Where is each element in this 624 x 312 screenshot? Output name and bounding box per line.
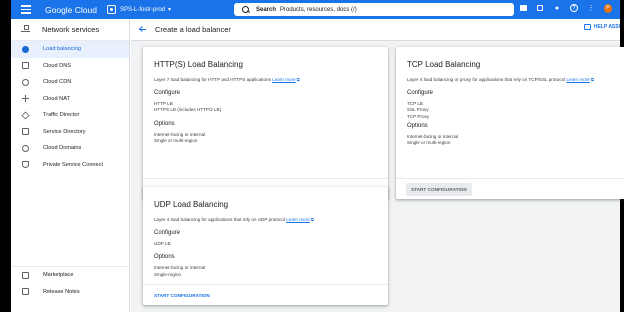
sidebar-item-label: Marketplace <box>43 272 74 279</box>
top-icons: ● ? ⋮ P <box>519 3 612 13</box>
card-footer: START CONFIGURATION <box>143 284 388 305</box>
page-title: Create a load balancer <box>155 25 231 34</box>
card-description: Layer 4 load balancing for applications … <box>154 217 314 222</box>
help-book-icon <box>583 24 591 30</box>
sidebar-item-release-notes[interactable]: Release Notes <box>11 284 129 301</box>
brand-logo[interactable]: Google Cloud <box>45 5 97 15</box>
help-icon[interactable]: ? <box>570 4 578 12</box>
sidebar: Network services Load balancing Cloud DN… <box>11 19 130 312</box>
avatar[interactable]: P <box>604 3 612 13</box>
page-header: Create a load balancer HELP ASSI <box>131 19 620 41</box>
open-in-new-icon: ⧉ <box>296 77 300 82</box>
open-in-new-icon: ⧉ <box>310 217 314 222</box>
dns-icon <box>22 62 29 70</box>
sidebar-item-label: Cloud Domains <box>43 145 82 152</box>
traffic-director-icon <box>21 111 30 120</box>
card-title: HTTP(S) Load Balancing <box>154 60 243 69</box>
help-assistant-button[interactable]: HELP ASSI <box>583 24 620 30</box>
more-vert-icon[interactable]: ⋮ <box>587 4 595 12</box>
card-tcp-lb: TCP Load Balancing Layer 4 load balancin… <box>396 47 624 199</box>
sidebar-item-load-balancing[interactable]: Load balancing <box>11 41 129 58</box>
sidebar-item-cloud-domains[interactable]: Cloud Domains <box>11 140 129 157</box>
cloud-shell-icon[interactable] <box>519 4 527 12</box>
options-heading: Options <box>154 254 175 261</box>
card-description: Layer 7 load balancing for HTTP and HTTP… <box>154 77 300 82</box>
back-arrow-icon[interactable] <box>138 25 148 35</box>
screen-border-left <box>0 0 11 312</box>
project-selector[interactable]: SPS-L-fostr-prod ▾ <box>106 5 172 14</box>
sidebar-title: Network services <box>42 25 100 34</box>
sidebar-item-label: Cloud DNS <box>43 62 71 69</box>
sidebar-footer: Marketplace Release Notes <box>11 266 129 300</box>
card-title: TCP Load Balancing <box>407 60 481 69</box>
sidebar-item-cloud-dns[interactable]: Cloud DNS <box>11 58 129 75</box>
sidebar-item-label: Service Directory <box>43 128 86 135</box>
sidebar-item-label: Cloud CDN <box>43 79 72 86</box>
sidebar-item-traffic-director[interactable]: Traffic Director <box>11 107 129 124</box>
search-icon <box>240 4 252 16</box>
search-label: Search <box>256 6 277 13</box>
shield-icon <box>22 161 29 169</box>
learn-more-link[interactable]: Learn more <box>566 77 590 82</box>
sidebar-item-cloud-cdn[interactable]: Cloud CDN <box>11 74 129 91</box>
card-title: UDP Load Balancing <box>154 200 229 209</box>
options-heading: Options <box>407 122 428 129</box>
cdn-icon <box>22 78 29 86</box>
open-in-new-icon: ⧉ <box>590 77 595 82</box>
help-assistant-label: HELP ASSI <box>593 24 620 30</box>
sidebar-item-label: Private Service Connect <box>43 161 104 168</box>
options-item: Single or multi-region <box>154 137 198 143</box>
start-configuration-button[interactable]: START CONFIGURATION <box>406 182 472 196</box>
caret-down-icon: ▾ <box>168 7 172 13</box>
options-item: Single-region <box>154 271 182 277</box>
nat-icon <box>22 95 29 103</box>
options-item: Single or multi-region <box>407 140 451 146</box>
sidebar-item-label: Traffic Director <box>43 112 80 119</box>
sidebar-nav: Load balancing Cloud DNS Cloud CDN Cloud… <box>11 41 129 173</box>
release-notes-icon <box>22 288 29 296</box>
configure-heading: Configure <box>154 90 181 96</box>
card-description: Layer 4 load balancing or proxy for appl… <box>407 77 595 82</box>
menu-icon[interactable] <box>21 5 35 14</box>
start-configuration-button[interactable]: START CONFIGURATION <box>154 290 210 301</box>
card-udp-lb: UDP Load Balancing Layer 4 load balancin… <box>143 187 388 305</box>
sidebar-item-private-service-connect[interactable]: Private Service Connect <box>11 157 129 174</box>
notifications-icon[interactable]: ● <box>553 4 561 12</box>
marketplace-icon <box>22 271 29 279</box>
sidebar-header: Network services <box>11 19 129 41</box>
service-directory-icon <box>22 128 29 136</box>
sidebar-item-marketplace[interactable]: Marketplace <box>11 267 129 284</box>
project-icon <box>106 5 116 14</box>
network-services-icon <box>21 25 30 34</box>
configure-heading: Configure <box>154 230 181 236</box>
options-heading: Options <box>154 120 175 127</box>
main-content: Create a load balancer HELP ASSI HTTP(S)… <box>131 19 624 312</box>
search-placeholder: Products, resources, docs (/) <box>280 6 357 13</box>
card-http-lb: HTTP(S) Load Balancing Layer 7 load bala… <box>143 47 388 199</box>
top-bar: Google Cloud SPS-L-fostr-prod ▾ Search P… <box>11 0 620 19</box>
sidebar-item-label: Load balancing <box>43 46 81 53</box>
load-balancing-icon <box>22 45 29 53</box>
gift-icon[interactable] <box>536 4 544 12</box>
sidebar-item-cloud-nat[interactable]: Cloud NAT <box>11 91 129 108</box>
sidebar-item-label: Release Notes <box>43 288 80 295</box>
search-bar[interactable]: Search Products, resources, docs (/) <box>234 3 514 16</box>
domains-icon <box>22 144 29 152</box>
learn-more-link[interactable]: Learn more <box>272 77 296 82</box>
card-footer: START CONFIGURATION <box>396 178 624 199</box>
configure-heading: Configure <box>407 90 434 96</box>
sidebar-item-label: Cloud NAT <box>43 95 70 102</box>
sidebar-item-service-directory[interactable]: Service Directory <box>11 124 129 141</box>
project-name: SPS-L-fostr-prod <box>119 6 165 13</box>
learn-more-link[interactable]: Learn more <box>286 217 310 222</box>
